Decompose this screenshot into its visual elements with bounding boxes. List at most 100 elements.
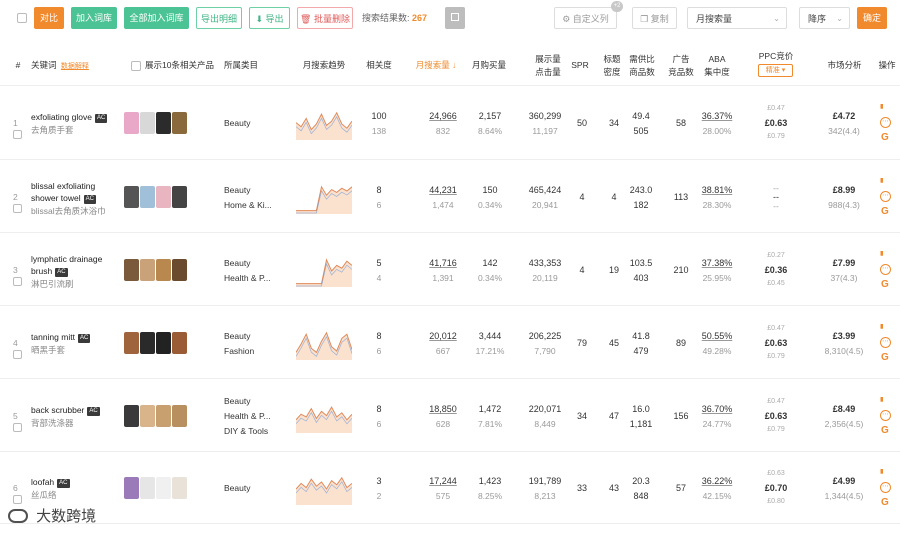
keyword-label[interactable]: tanning mitt [31, 332, 75, 342]
row-checkbox[interactable] [13, 350, 22, 359]
product-thumbnail[interactable] [140, 332, 155, 354]
trend-sparkline[interactable] [296, 326, 352, 360]
product-thumbnail[interactable] [140, 477, 155, 499]
custom-columns-button[interactable]: ⚙ 自定义列 [554, 7, 617, 29]
header-clicks[interactable]: 点击量 [528, 67, 568, 78]
aba-value[interactable]: 38.81% [697, 184, 737, 196]
keyword-label[interactable]: exfoliating glove [31, 112, 92, 122]
bar-chart-icon[interactable]: ▮▮ [880, 321, 882, 333]
trend-sparkline[interactable] [296, 399, 352, 433]
product-thumbnail[interactable] [156, 477, 171, 499]
product-thumbnail[interactable] [156, 186, 171, 208]
filter-toggle-button[interactable] [445, 7, 465, 29]
product-thumbnail[interactable] [172, 405, 187, 427]
google-icon[interactable]: G [881, 425, 889, 437]
header-relevance[interactable]: 相关度 [361, 60, 397, 71]
product-thumbnail[interactable] [172, 332, 187, 354]
more-icon[interactable]: ⋯ [880, 191, 891, 202]
google-icon[interactable]: G [881, 206, 889, 218]
header-spr[interactable]: SPR [568, 60, 592, 71]
product-thumbnail[interactable] [156, 259, 171, 281]
row-checkbox[interactable] [13, 130, 22, 139]
keyword-text[interactable]: tanning mitt AC [31, 331, 91, 343]
product-thumbnail[interactable] [140, 112, 155, 134]
product-thumbnail[interactable] [124, 186, 139, 208]
product-thumbnail[interactable] [172, 112, 187, 134]
google-icon[interactable]: G [881, 497, 889, 509]
row-checkbox[interactable] [13, 423, 22, 432]
keyword-label-line2[interactable]: shower towel [31, 193, 81, 203]
keyword-label[interactable]: loofah [31, 477, 54, 487]
keyword-text[interactable]: back scrubber AC [31, 404, 100, 416]
export-detail-button[interactable]: 导出明细 [196, 7, 242, 29]
product-thumbnail[interactable] [124, 112, 139, 134]
table-row[interactable]: 4 tanning mitt AC 晒黑手套 Beauty Fashion 8 6 20,012… [0, 306, 900, 379]
compare-button[interactable]: 对比 [34, 7, 64, 29]
monthly-search-value[interactable]: 44,231 [418, 184, 468, 196]
aba-value[interactable]: 36.70% [697, 403, 737, 415]
bar-chart-icon[interactable]: ▮▮ [880, 466, 882, 478]
product-thumbnail[interactable] [124, 477, 139, 499]
keyword-text[interactable]: blissal exfoliating [31, 180, 95, 192]
bar-chart-icon[interactable]: ▮▮ [880, 394, 882, 406]
more-icon[interactable]: ⋯ [880, 264, 891, 275]
header-monthly-search[interactable]: 月搜索量 ↓ [411, 60, 461, 71]
product-thumbnail[interactable] [140, 405, 155, 427]
google-icon[interactable]: G [881, 279, 889, 291]
add-all-to-list-button[interactable]: 全部加入词库 [124, 7, 189, 29]
keyword-text[interactable]: loofah AC [31, 476, 70, 488]
add-to-list-button[interactable]: 加入词库 [71, 7, 117, 29]
product-thumbnail[interactable] [156, 332, 171, 354]
header-keyword-tag[interactable]: 数据解释 [61, 63, 89, 70]
product-thumbnail[interactable] [172, 477, 187, 499]
batch-delete-button[interactable]: 🗑 批量删除 [297, 7, 353, 29]
bar-chart-icon[interactable]: ▮▮ [880, 175, 882, 187]
product-thumbnail[interactable] [172, 259, 187, 281]
keyword-text[interactable]: lymphatic drainage [31, 253, 102, 265]
product-thumbnail[interactable] [124, 259, 139, 281]
table-row[interactable]: 5 back scrubber AC 背部洗涤器 Beauty Health & P...… [0, 379, 900, 452]
aba-value[interactable]: 37.38% [697, 257, 737, 269]
product-thumbnail[interactable] [124, 332, 139, 354]
aba-value[interactable]: 50.55% [697, 330, 737, 342]
monthly-search-value[interactable]: 17,244 [418, 475, 468, 487]
aba-value[interactable]: 36.37% [697, 110, 737, 122]
keyword-text-line2[interactable]: brush AC [31, 265, 68, 277]
header-keyword[interactable]: 关键词 数据解释 [31, 60, 89, 72]
select-all-checkbox[interactable] [17, 13, 27, 23]
product-thumbnail[interactable] [172, 186, 187, 208]
product-thumbnail[interactable] [156, 405, 171, 427]
product-thumbnail[interactable] [140, 186, 155, 208]
keyword-label-line2[interactable]: brush [31, 266, 52, 276]
table-row[interactable]: 1 exfoliating glove AC 去角质手套 Beauty 100 138 24,… [0, 86, 900, 160]
sort-order-select[interactable]: 降序 ⌄ [799, 7, 850, 29]
monthly-search-value[interactable]: 20,012 [418, 330, 468, 342]
keyword-text-line2[interactable]: shower towel AC [31, 192, 96, 204]
product-thumbnail[interactable] [140, 259, 155, 281]
trend-sparkline[interactable] [296, 106, 352, 140]
more-icon[interactable]: ⋯ [880, 117, 891, 128]
confirm-button[interactable]: 确定 [857, 7, 887, 29]
export-button[interactable]: ⬇ 导出 [249, 7, 290, 29]
aba-value[interactable]: 36.22% [697, 475, 737, 487]
ppc-mode-select[interactable]: 精准 ▾ [758, 64, 793, 77]
header-impressions[interactable]: 展示量 [528, 54, 568, 65]
header-monthly-purchase[interactable]: 月购买量 [468, 60, 510, 71]
monthly-search-value[interactable]: 41,716 [418, 257, 468, 269]
trend-sparkline[interactable] [296, 471, 352, 505]
trend-sparkline[interactable] [296, 253, 352, 287]
row-checkbox[interactable] [13, 277, 22, 286]
sort-field-select[interactable]: 月搜索量 ⌄ [687, 7, 787, 29]
keyword-text[interactable]: exfoliating glove AC [31, 111, 108, 123]
bar-chart-icon[interactable]: ▮▮ [880, 101, 882, 113]
keyword-label[interactable]: lymphatic drainage [31, 254, 102, 264]
trend-sparkline[interactable] [296, 180, 352, 214]
row-checkbox[interactable] [13, 495, 22, 504]
show-products-checkbox[interactable] [131, 61, 141, 71]
google-icon[interactable]: G [881, 352, 889, 364]
table-row[interactable]: 2 blissal exfoliating shower towel AC blissa… [0, 160, 900, 233]
row-checkbox[interactable] [13, 204, 22, 213]
monthly-search-value[interactable]: 18,850 [418, 403, 468, 415]
table-row[interactable]: 6 loofah AC 丝瓜络 Beauty 3 2 17,244 575 1,423 8.25% 1… [0, 452, 900, 524]
more-icon[interactable]: ⋯ [880, 337, 891, 348]
